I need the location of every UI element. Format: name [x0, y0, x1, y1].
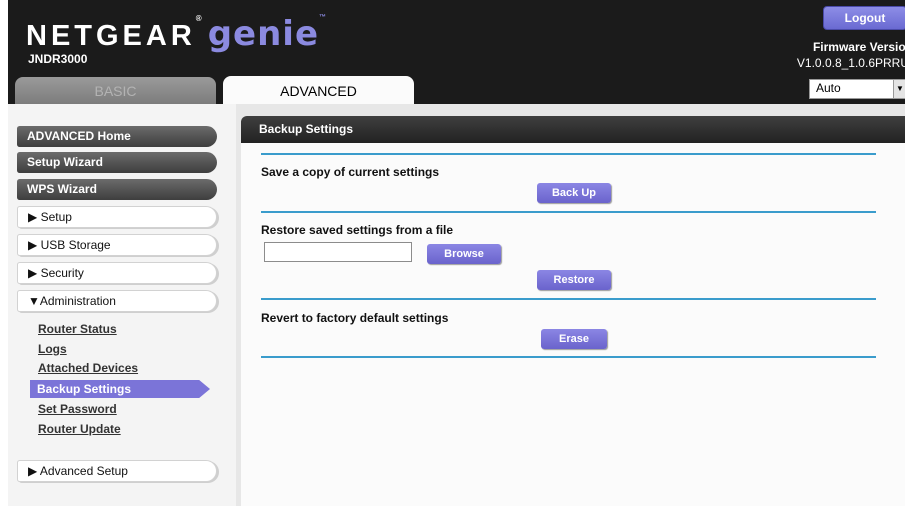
browse-button[interactable]: Browse	[427, 244, 501, 264]
model-name: JNDR3000	[28, 52, 88, 66]
firmware-label: Firmware Version	[812, 40, 905, 54]
save-settings-label: Save a copy of current settings	[261, 165, 440, 179]
file-path-input[interactable]	[264, 242, 412, 262]
dropdown-arrow-icon[interactable]: ▼	[893, 80, 905, 98]
divider	[261, 298, 876, 300]
sidebar-subitem-router-status[interactable]: Router Status	[38, 322, 117, 336]
tab-basic[interactable]: BASIC	[15, 77, 216, 104]
restore-button[interactable]: Restore	[537, 270, 611, 290]
backup-button[interactable]: Back Up	[537, 183, 611, 203]
sidebar-subitem-set-password[interactable]: Set Password	[38, 402, 117, 416]
firmware-version: V1.0.0.8_1.0.6PRRU	[796, 56, 905, 70]
factory-reset-label: Revert to factory default settings	[261, 311, 449, 325]
erase-button[interactable]: Erase	[541, 329, 607, 349]
sidebar-item-advanced-home[interactable]: ADVANCED Home	[17, 126, 217, 147]
divider	[261, 356, 876, 358]
sidebar-item-setup-wizard[interactable]: Setup Wizard	[17, 152, 217, 173]
sidebar-item-setup[interactable]: ▶ Setup	[17, 206, 217, 228]
sidebar-item-security[interactable]: ▶ Security	[17, 262, 217, 284]
sidebar-item-advanced-setup[interactable]: ▶ Advanced Setup	[17, 460, 217, 482]
sidebar-item-usb-storage[interactable]: ▶ USB Storage	[17, 234, 217, 256]
netgear-genie-logo: NETGEAR® genie™	[26, 14, 327, 54]
sidebar-subitem-logs[interactable]: Logs	[38, 342, 67, 356]
language-value: Auto	[816, 81, 841, 95]
sidebar-item-wps-wizard[interactable]: WPS Wizard	[17, 179, 217, 200]
logout-button[interactable]: Logout	[823, 6, 905, 30]
language-select[interactable]: Auto ▼	[809, 79, 905, 99]
panel-title: Backup Settings	[241, 116, 905, 143]
sidebar: ADVANCED Home Setup Wizard WPS Wizard ▶ …	[8, 104, 236, 506]
sidebar-subitem-router-update[interactable]: Router Update	[38, 422, 121, 436]
panel-content: Save a copy of current settings Back Up …	[241, 143, 905, 506]
sidebar-item-administration[interactable]: ▼Administration	[17, 290, 217, 312]
restore-settings-label: Restore saved settings from a file	[261, 223, 454, 237]
tab-advanced[interactable]: ADVANCED	[223, 76, 414, 104]
divider	[261, 211, 876, 213]
sidebar-subitem-attached-devices[interactable]: Attached Devices	[38, 361, 138, 375]
sidebar-subitem-backup-settings[interactable]: Backup Settings	[30, 380, 210, 398]
divider	[261, 153, 876, 155]
main-panel: Backup Settings Save a copy of current s…	[241, 116, 905, 506]
